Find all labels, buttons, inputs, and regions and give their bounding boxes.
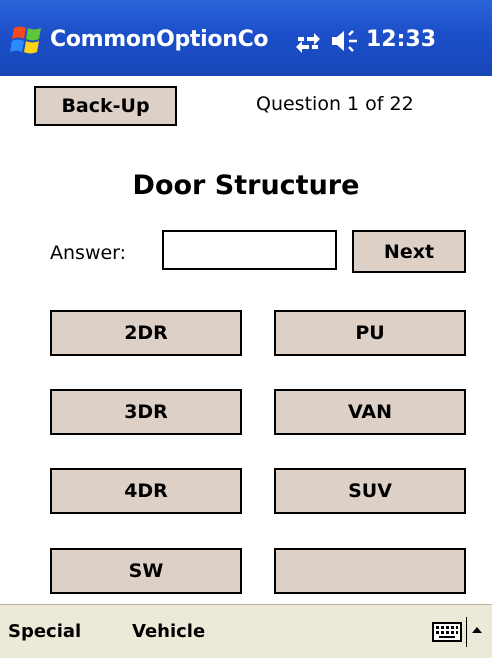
clock[interactable]: 12:33 (366, 27, 436, 52)
sip-arrow-up-icon[interactable] (470, 623, 484, 637)
option-button-2dr[interactable]: 2DR (50, 310, 242, 356)
option-button-van[interactable]: VAN (274, 389, 466, 435)
app-title: CommonOptionCo (50, 27, 269, 52)
option-button-sw[interactable]: SW (50, 548, 242, 594)
option-button-pu[interactable]: PU (274, 310, 466, 356)
menu-special[interactable]: Special (8, 621, 81, 642)
windows-start-icon[interactable] (10, 22, 46, 58)
answer-input[interactable] (162, 230, 337, 270)
option-button-3dr[interactable]: 3DR (50, 389, 242, 435)
volume-icon[interactable] (330, 28, 360, 54)
keyboard-icon[interactable] (432, 622, 462, 642)
back-up-button[interactable]: Back-Up (34, 86, 177, 126)
option-button-4dr[interactable]: 4DR (50, 468, 242, 514)
connectivity-icon[interactable] (294, 28, 322, 54)
next-button[interactable]: Next (352, 230, 466, 273)
title-bar: CommonOptionCo 12:33 (0, 0, 492, 76)
menu-vehicle[interactable]: Vehicle (132, 621, 205, 642)
sip-divider (466, 617, 467, 647)
question-counter: Question 1 of 22 (256, 93, 414, 115)
device-screen: CommonOptionCo 12:33 Back-Up Question 1 … (0, 0, 492, 658)
menu-bar: Special Vehicle (0, 604, 492, 658)
answer-label: Answer: (50, 242, 127, 264)
option-button-suv[interactable]: SUV (274, 468, 466, 514)
option-button-blank[interactable] (274, 548, 466, 594)
page-title: Door Structure (132, 170, 360, 201)
